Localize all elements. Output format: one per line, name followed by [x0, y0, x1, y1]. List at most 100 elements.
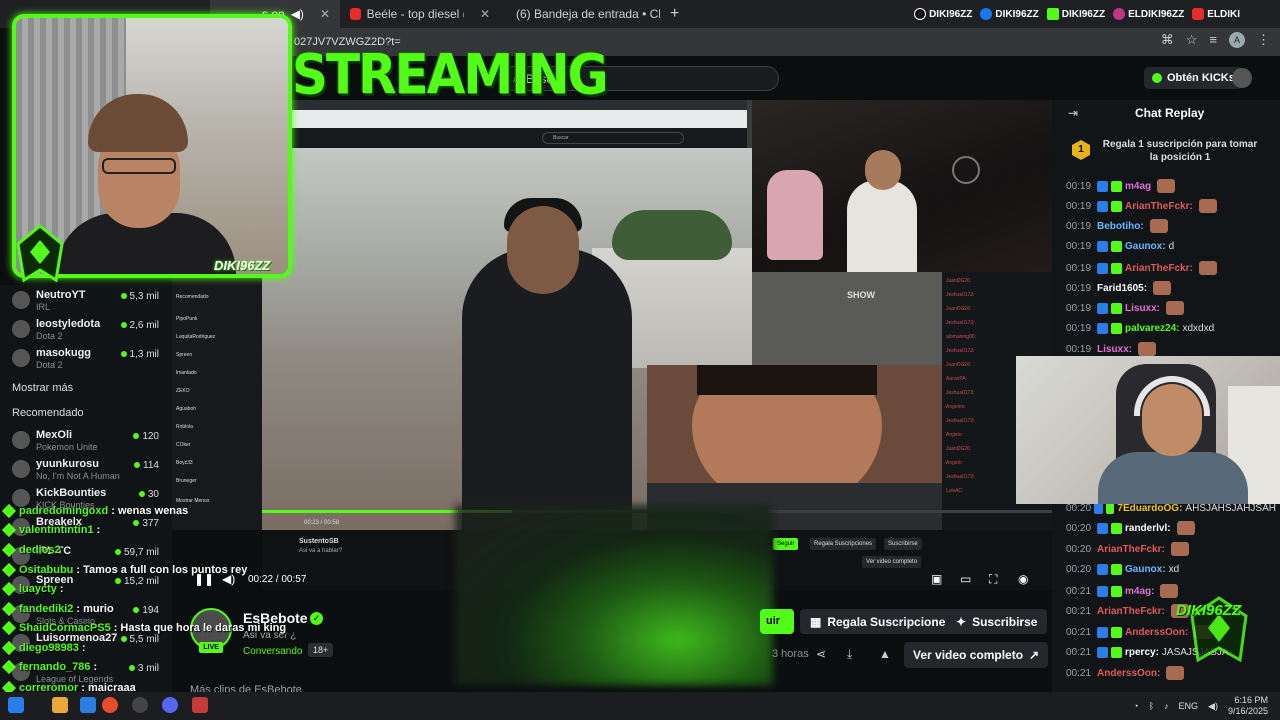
- youtube-icon: [350, 8, 361, 20]
- chat-message[interactable]: 00:19 Bebotiho:: [1066, 218, 1276, 234]
- chat-username[interactable]: AnderssOon:: [1097, 668, 1160, 679]
- chat-username[interactable]: Lisuxx:: [1097, 344, 1132, 355]
- chat-message[interactable]: 00:20 ArianTheFckr:: [1066, 541, 1276, 557]
- file-explorer-icon[interactable]: [52, 697, 68, 713]
- sidebar-channel[interactable]: masokugg Dota 2 1,3 mil: [10, 346, 165, 374]
- show-more-link[interactable]: Mostrar más: [12, 382, 73, 394]
- fullscreen-icon[interactable]: ⛶: [989, 572, 997, 587]
- chat-username[interactable]: ArianTheFckr:: [1097, 606, 1165, 617]
- mute-icon[interactable]: ◀): [291, 7, 304, 21]
- new-tab-button[interactable]: +: [660, 5, 689, 23]
- chat-username[interactable]: Lisuxx:: [1125, 303, 1160, 314]
- chat-username[interactable]: m4ag: [1125, 181, 1151, 192]
- chat-username[interactable]: m4ag:: [1125, 586, 1154, 597]
- close-icon[interactable]: ✕: [320, 7, 330, 21]
- chat-username[interactable]: AnderssOon:: [1125, 627, 1188, 638]
- download-icon[interactable]: ⤓: [847, 647, 852, 662]
- inner-sidebar-line: Bruneger: [176, 478, 197, 484]
- viewer-count: 377: [133, 518, 159, 529]
- bluetooth-icon[interactable]: ᛒ: [1149, 701, 1154, 711]
- media-controls-icon[interactable]: ≡: [1209, 32, 1217, 48]
- user-avatar[interactable]: [1232, 68, 1252, 88]
- wifi-icon[interactable]: ◔: [1133, 701, 1138, 711]
- profile-avatar[interactable]: A: [1229, 32, 1245, 48]
- chat-username[interactable]: ArianTheFckr:: [1097, 544, 1165, 555]
- sidebar-channel[interactable]: NeutroYT IRL 5,3 mil: [10, 288, 165, 316]
- chat-message[interactable]: 00:20 Gaunox: xd: [1066, 561, 1276, 577]
- chat-username[interactable]: palvarez24:: [1125, 323, 1179, 334]
- chat-message[interactable]: 00:21 AnderssOon:: [1066, 665, 1276, 681]
- discord-icon[interactable]: [162, 697, 178, 713]
- chat-badge-icon: [1097, 240, 1108, 252]
- chat-message[interactable]: 00:19 Gaunox: d: [1066, 238, 1276, 254]
- edge-icon[interactable]: [80, 697, 96, 713]
- youtube-icon: [1192, 8, 1205, 20]
- emote-icon: [1157, 179, 1176, 193]
- chat-username[interactable]: Gaunox:: [1125, 564, 1166, 575]
- browser-menu-icon[interactable]: ⋮: [1257, 32, 1270, 48]
- subscribe-button[interactable]: ✦ Suscribirse: [946, 609, 1048, 634]
- stream-category[interactable]: Conversando: [243, 646, 302, 657]
- clip-icon[interactable]: ▣: [931, 572, 942, 586]
- sidebar-channel[interactable]: MexOli Pokemon Unite 120: [10, 428, 165, 456]
- chat-message[interactable]: 00:19 ArianTheFckr:: [1066, 198, 1276, 214]
- chat-badge-icon: [1097, 262, 1108, 274]
- chat-username[interactable]: ArianTheFckr:: [1125, 201, 1193, 212]
- external-link-icon: ↗: [1029, 648, 1040, 662]
- diamond-icon: [1, 659, 17, 675]
- sidebar-channel-game: IRL: [36, 302, 51, 312]
- emote-icon: [1149, 219, 1168, 233]
- microphone-icon[interactable]: ♪: [1164, 701, 1169, 711]
- chat-username[interactable]: rpercy:: [1125, 647, 1159, 658]
- chat-text: xdxdxd: [1182, 322, 1215, 334]
- gift-leaderboard-prompt[interactable]: Regala 1 suscripción para tomar la posic…: [1100, 138, 1260, 164]
- chrome-icon[interactable]: [102, 697, 118, 713]
- diamond-icon: [1, 601, 17, 617]
- sidebar-channel[interactable]: leostyledota Dota 2 2,6 mil: [10, 317, 165, 345]
- inner-full-video-button: Ver video completo: [862, 556, 922, 568]
- chat-collapse-icon[interactable]: ⇥: [1068, 106, 1078, 120]
- chat-message[interactable]: 00:19 Lisuxx:: [1066, 300, 1276, 316]
- system-clock[interactable]: 6:16 PM 9/16/2025: [1228, 695, 1268, 717]
- language-indicator[interactable]: ENG: [1179, 701, 1199, 711]
- report-icon[interactable]: ▲: [879, 647, 891, 661]
- chat-username[interactable]: randerlvl:: [1125, 523, 1171, 534]
- chat-username[interactable]: ArianTheFckr:: [1125, 263, 1193, 274]
- tab-instagram[interactable]: (6) Bandeja de entrada • Chats ✕: [500, 0, 660, 28]
- kick-handle-text: DIKI96ZZ: [1061, 8, 1106, 20]
- chat-timestamp: 00:20: [1066, 543, 1092, 555]
- chat-message[interactable]: 00:19 Farid1605:: [1066, 280, 1276, 296]
- chat-badge-icon: [1111, 200, 1122, 212]
- video-player[interactable]: Buscar SHOW JuanDG26: Jeshua0173: JuanDG…: [262, 100, 1052, 530]
- instagram-icon: [1113, 8, 1126, 20]
- translate-icon[interactable]: ⌘: [1161, 32, 1174, 48]
- gift-subs-button[interactable]: ▦ Regala Suscripciones: [800, 609, 963, 634]
- windows-start-icon[interactable]: [8, 697, 24, 713]
- chat-message[interactable]: 00:19 m4ag: [1066, 178, 1276, 194]
- full-video-button[interactable]: Ver video completo ↗: [904, 642, 1049, 668]
- viewer-count: 194: [133, 605, 159, 616]
- follow-button[interactable]: uir: [760, 609, 794, 634]
- chat-username[interactable]: Farid1605:: [1097, 283, 1147, 294]
- overlay-chat-text: : Tamos a full con los puntos rey: [76, 564, 248, 576]
- chat-username[interactable]: 7EduardoOG:: [1117, 503, 1182, 514]
- speed-icon[interactable]: ◉: [1018, 572, 1028, 586]
- close-icon[interactable]: ✕: [480, 7, 490, 21]
- get-kicks-button[interactable]: Obtén KICKs: [1144, 67, 1243, 89]
- share-icon[interactable]: ⋖: [816, 647, 826, 661]
- bookmark-star-icon[interactable]: ☆: [1186, 32, 1198, 48]
- volume-tray-icon[interactable]: ◀): [1208, 701, 1218, 712]
- chat-message[interactable]: 00:19 Lisuxx:: [1066, 341, 1276, 357]
- app-icon[interactable]: [192, 697, 208, 713]
- sidebar-channel[interactable]: yuunkurosu No, I'm Not A Human 114: [10, 457, 165, 485]
- chat-message[interactable]: 00:19 ArianTheFckr:: [1066, 260, 1276, 276]
- chat-message[interactable]: 00:19 palvarez24: xdxdxd: [1066, 320, 1276, 336]
- obs-icon[interactable]: [132, 697, 148, 713]
- inner-sidebar-capture: Recomendado PipoPunk LuquitaRodriguez Sp…: [172, 272, 262, 530]
- chat-username[interactable]: Bebotiho:: [1097, 221, 1144, 232]
- tab-youtube[interactable]: Beéle - top diesel (Performance ✕: [340, 0, 500, 28]
- theater-mode-icon[interactable]: ▭: [960, 572, 971, 586]
- mini-chat-line: Jeshua0173:: [946, 292, 975, 298]
- chat-username[interactable]: Gaunox:: [1125, 241, 1166, 252]
- chat-message[interactable]: 00:20 randerlvl:: [1066, 520, 1276, 536]
